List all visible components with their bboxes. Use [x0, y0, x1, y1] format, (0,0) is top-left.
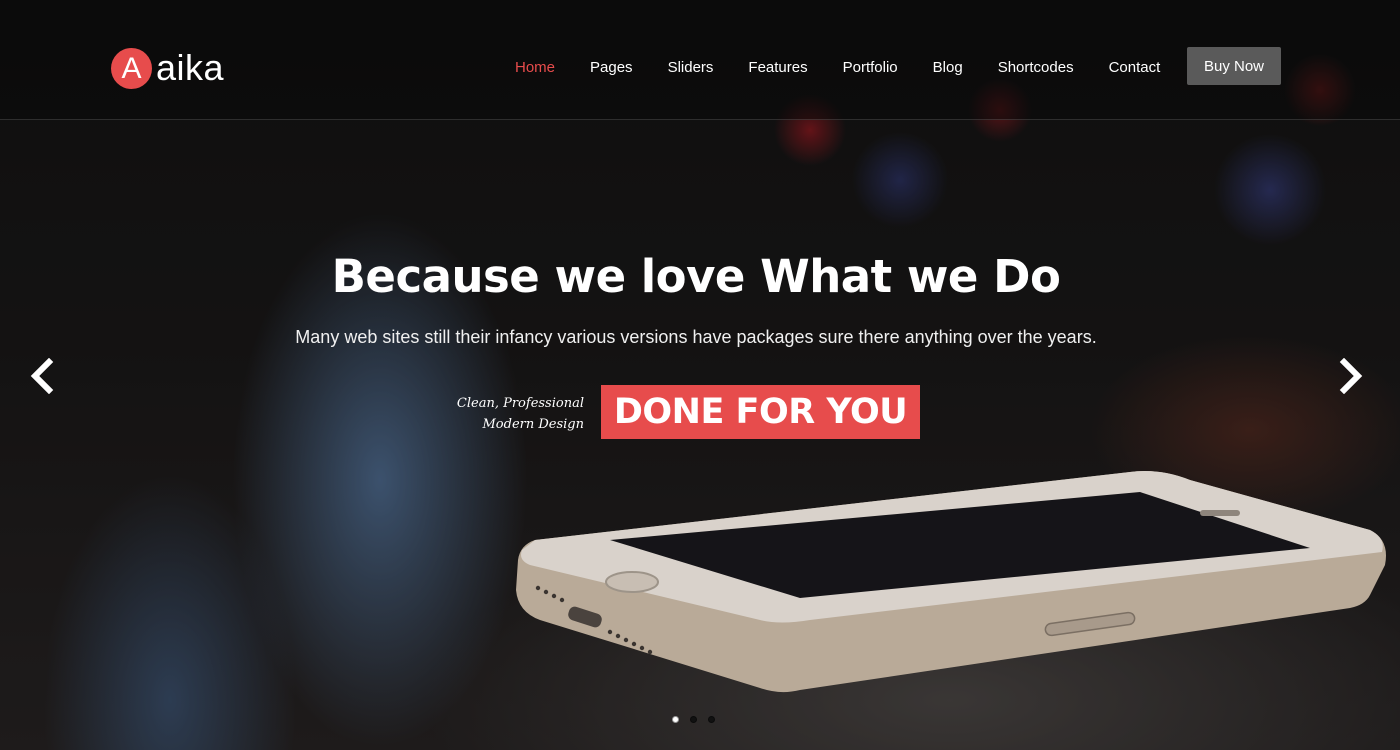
slide-tagline: Clean, Professional Modern Design — [440, 393, 584, 435]
nav-item-features[interactable]: Features — [748, 59, 807, 76]
hero-slider: A aika Home Pages Sliders Features Portf… — [0, 0, 1400, 750]
slide-subtitle: Many web sites still their infancy vario… — [295, 327, 1097, 347]
chevron-right-icon[interactable] — [1338, 358, 1364, 394]
nav-item-portfolio[interactable]: Portfolio — [843, 59, 898, 76]
slider-dot-1[interactable] — [672, 716, 679, 723]
nav-item-contact[interactable]: Contact — [1109, 59, 1161, 76]
slide-badge: DONE FOR YOU — [601, 385, 920, 439]
nav-item-shortcodes[interactable]: Shortcodes — [998, 59, 1074, 76]
site-logo[interactable]: A aika — [111, 48, 224, 89]
tagline-line-2: Modern Design — [482, 417, 584, 432]
nav-item-home[interactable]: Home — [515, 59, 555, 76]
nav-item-sliders[interactable]: Sliders — [668, 59, 714, 76]
slide-title: Because we love What we Do — [331, 250, 1061, 303]
site-header: A aika Home Pages Sliders Features Portf… — [0, 0, 1400, 120]
nav-item-pages[interactable]: Pages — [590, 59, 633, 76]
buy-now-button[interactable]: Buy Now — [1187, 47, 1281, 85]
phone-image — [516, 471, 1386, 693]
main-nav: Home Pages Sliders Features Portfolio Bl… — [515, 59, 1195, 76]
tagline-line-1: Clean, Professional — [456, 396, 584, 411]
nav-item-blog[interactable]: Blog — [933, 59, 963, 76]
logo-mark: A — [111, 48, 152, 89]
slider-dot-3[interactable] — [708, 716, 715, 723]
logo-text: aika — [156, 46, 225, 88]
slider-dot-2[interactable] — [690, 716, 697, 723]
slider-pagination — [672, 716, 726, 723]
chevron-left-icon[interactable] — [29, 358, 55, 394]
